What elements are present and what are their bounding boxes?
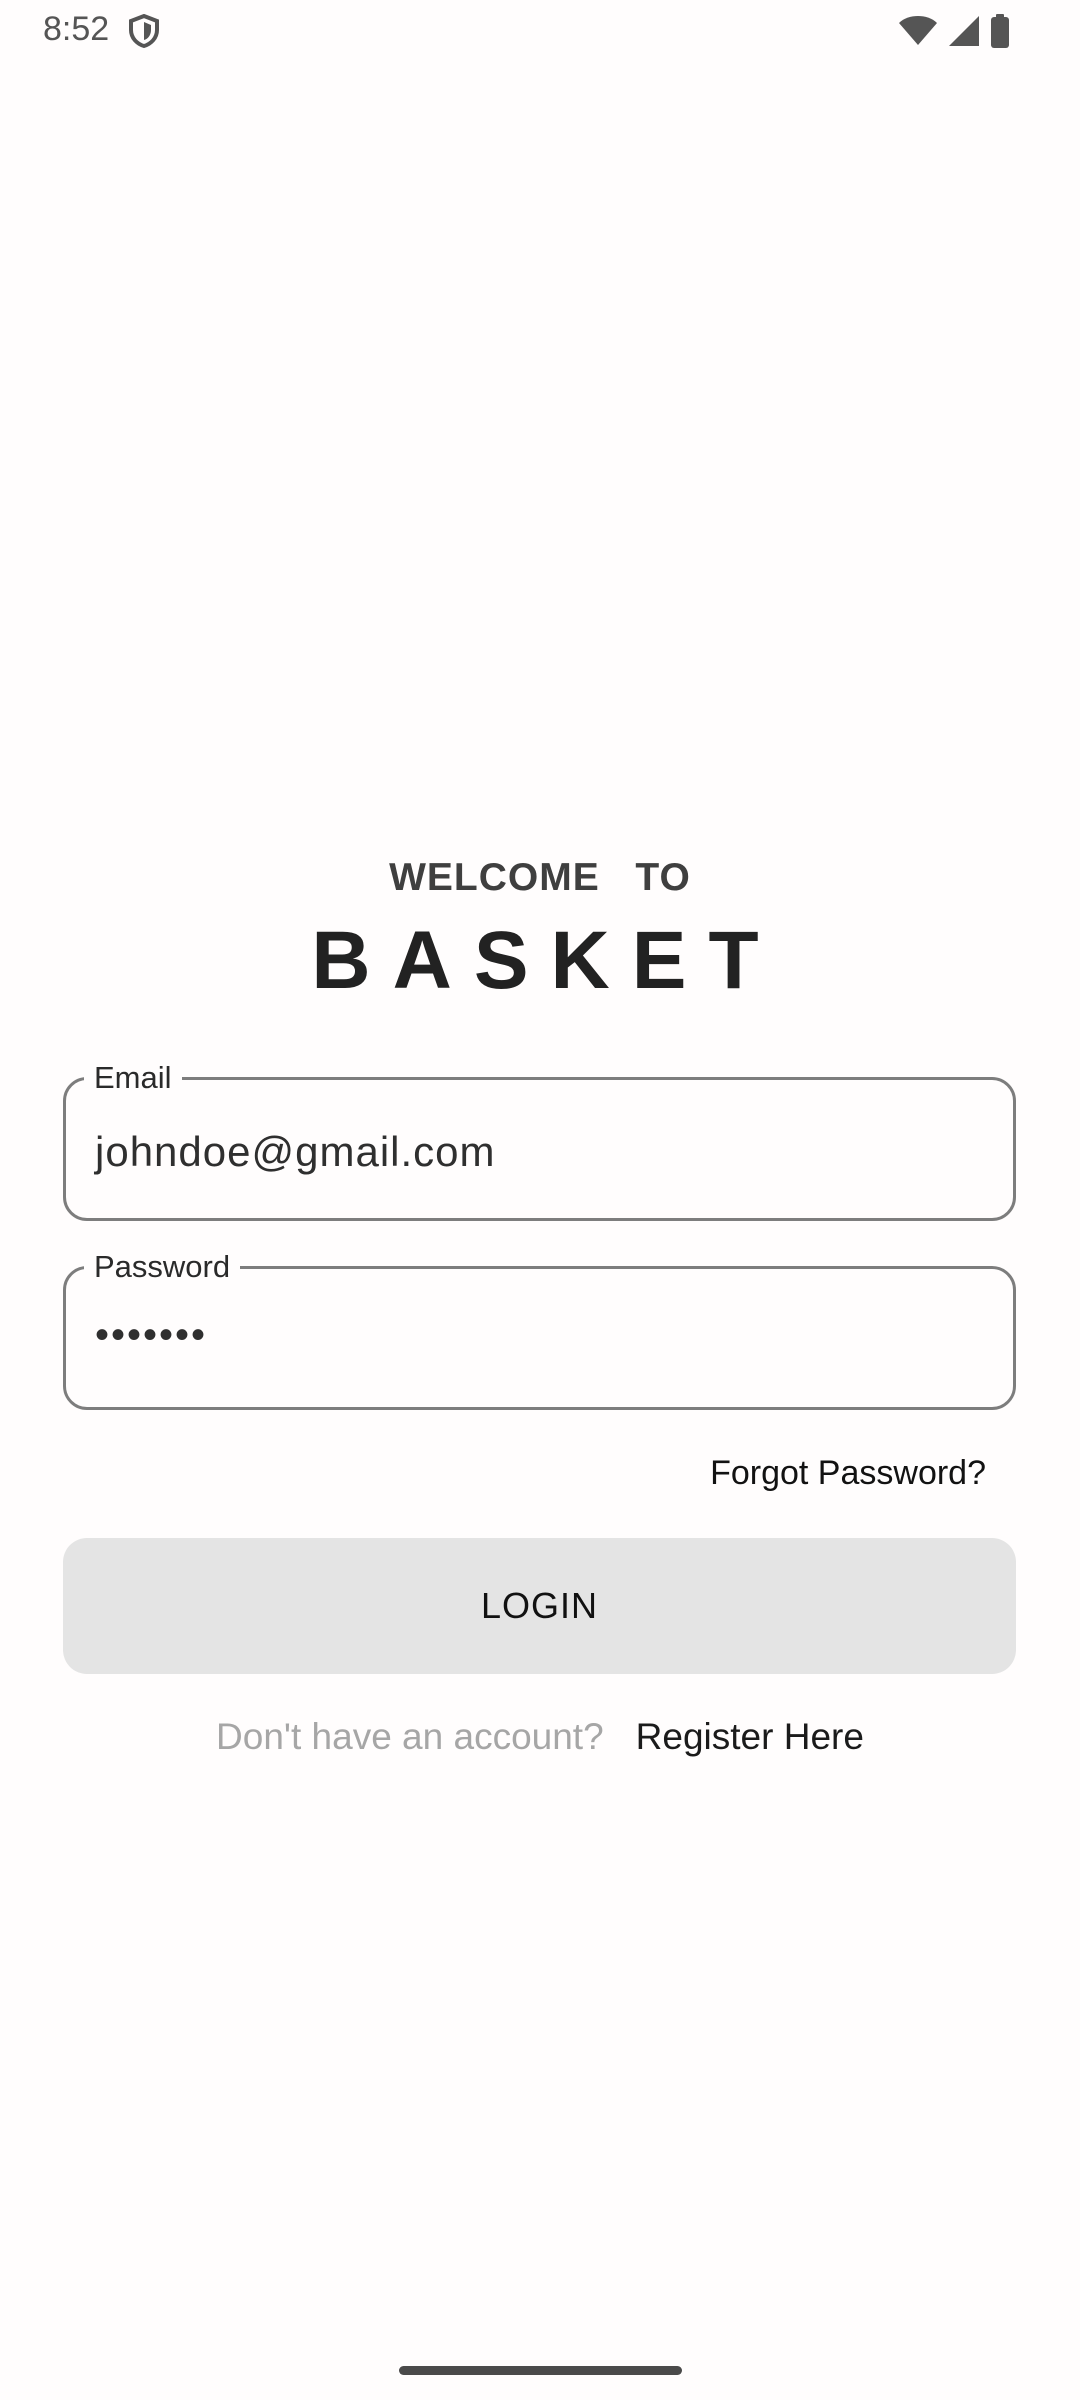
status-bar: 8:52 bbox=[0, 0, 1080, 64]
register-prompt: Don't have an account? bbox=[216, 1716, 604, 1757]
email-input[interactable]: johndoe@gmail.com bbox=[95, 1128, 496, 1176]
home-indicator[interactable] bbox=[399, 2366, 682, 2375]
welcome-heading: WELCOME TO bbox=[389, 856, 691, 899]
shield-icon bbox=[128, 13, 160, 49]
email-field[interactable]: Email johndoe@gmail.com bbox=[63, 1060, 1016, 1221]
status-icons bbox=[898, 14, 1010, 48]
wifi-icon bbox=[898, 15, 938, 47]
login-button[interactable]: LOGIN bbox=[63, 1538, 1016, 1674]
email-label: Email bbox=[84, 1060, 182, 1096]
battery-icon bbox=[990, 14, 1010, 48]
cell-signal-icon bbox=[948, 15, 980, 47]
password-field[interactable]: Password ••••••• bbox=[63, 1249, 1016, 1410]
brand-title: BASKET bbox=[311, 915, 781, 1006]
password-label: Password bbox=[84, 1249, 241, 1285]
register-row: Don't have an account? Register Here bbox=[0, 1716, 1080, 1758]
register-link[interactable]: Register Here bbox=[636, 1716, 864, 1758]
password-input[interactable]: ••••••• bbox=[95, 1313, 207, 1358]
status-time: 8:52 bbox=[43, 10, 110, 48]
forgot-password-link[interactable]: Forgot Password? bbox=[710, 1454, 986, 1493]
